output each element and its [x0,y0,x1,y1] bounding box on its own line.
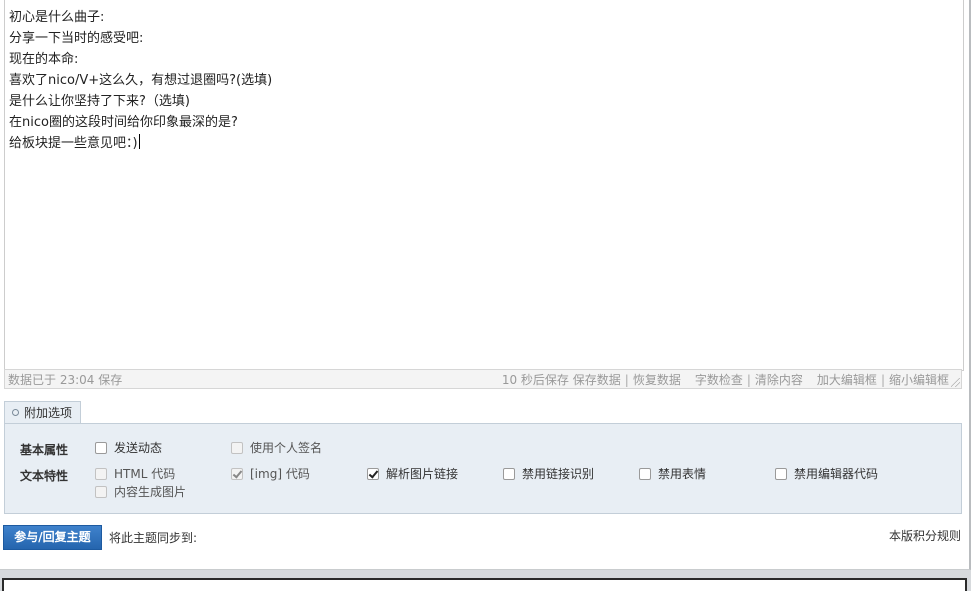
post-editor[interactable]: 初心是什么曲子: 分享一下当时的感受吧: 现在的本命: 喜欢了nico/V+这么… [4,0,964,371]
disable-link-detect-option[interactable]: 禁用链接识别 [503,466,594,482]
disable-editor-code-checkbox[interactable] [775,468,787,480]
page: 初心是什么曲子: 分享一下当时的感受吧: 现在的本命: 喜欢了nico/V+这么… [0,0,971,591]
shrink-editor-link[interactable]: 缩小编辑框 [889,373,949,387]
editor-line[interactable]: 分享一下当时的感受吧: [9,28,272,49]
editor-statusbar: 数据已于 23:04 保存 10 秒后保存 保存数据 | 恢复数据 字数检查 | 清除内容… [4,369,962,389]
option-label: 禁用编辑器代码 [794,467,879,481]
parse-img-link-option[interactable]: 解析图片链接 [367,466,458,482]
autosave-countdown: 10 秒后保存 [501,373,569,387]
option-label: 内容生成图片 [114,485,187,499]
tab-label: 附加选项 [24,406,73,420]
separator: | [746,373,751,387]
resize-grip-icon[interactable] [951,378,960,387]
content-to-image-option[interactable]: 内容生成图片 [95,484,186,500]
html-code-option[interactable]: HTML 代码 [95,466,175,482]
text-caret [138,134,140,149]
img-code-checkbox[interactable] [231,468,243,480]
send-feed-option[interactable]: 发送动态 [95,440,162,456]
editor-line-text: 给板块提一些意见吧：) [9,136,138,151]
basic-attributes-label: 基本属性 [20,443,69,457]
option-label: 解析图片链接 [386,467,459,481]
use-signature-checkbox[interactable] [231,442,243,454]
autosave-status: 数据已于 23:04 保存 [8,373,123,387]
disable-smilies-checkbox[interactable] [639,468,651,480]
sync-label: 将此主题同步到: [109,531,198,545]
content-to-image-checkbox[interactable] [95,486,107,498]
editor-line[interactable]: 是什么让你坚持了下来?（选填) [9,91,272,112]
disable-editor-code-option[interactable]: 禁用编辑器代码 [775,466,878,482]
editor-content[interactable]: 初心是什么曲子: 分享一下当时的感受吧: 现在的本命: 喜欢了nico/V+这么… [9,0,272,154]
editor-line[interactable]: 现在的本命: [9,49,272,70]
tab-extra-options[interactable]: 附加选项 [4,401,82,423]
disable-smilies-option[interactable]: 禁用表情 [639,466,706,482]
option-label: HTML 代码 [114,467,176,481]
editor-line[interactable]: 初心是什么曲子: [9,7,272,28]
html-code-checkbox[interactable] [95,468,107,480]
disable-link-detect-checkbox[interactable] [503,468,515,480]
text-features-label: 文本特性 [20,469,69,483]
reply-panel: 初心是什么曲子: 分享一下当时的感受吧: 现在的本命: 喜欢了nico/V+这么… [0,0,971,570]
editor-tools: 10 秒后保存 保存数据 | 恢复数据 字数检查 | 清除内容 加大编辑框 | 缩小编辑框 [502,370,949,390]
save-data-link[interactable]: 保存数据 [573,373,621,387]
parse-img-link-checkbox[interactable] [367,468,379,480]
restore-data-link[interactable]: 恢复数据 [633,373,681,387]
editor-line-last[interactable]: 给板块提一些意见吧：) [9,133,272,154]
send-feed-checkbox[interactable] [95,442,107,454]
option-label: 发送动态 [114,441,163,455]
word-check-link[interactable]: 字数检查 [695,373,743,387]
clear-content-link[interactable]: 清除内容 [755,373,803,387]
extra-options-panel: 基本属性 文本特性 发送动态 使用个人签名 HTML 代码 [img] 代码 解… [4,423,962,514]
credit-rules-link[interactable]: 本版积分规则 [889,527,961,544]
img-code-option[interactable]: [img] 代码 [231,466,310,482]
editor-line[interactable]: 喜欢了nico/V+这么久，有想过退圈吗?(选填) [9,70,272,91]
option-label: [img] 代码 [250,467,310,481]
option-label: 禁用表情 [658,467,707,481]
use-signature-option[interactable]: 使用个人签名 [231,440,322,456]
separator: | [624,373,629,387]
editor-line[interactable]: 在nico圈的这段时间给你印象最深的是? [9,112,272,133]
enlarge-editor-link[interactable]: 加大编辑框 [817,373,877,387]
option-label: 禁用链接识别 [522,467,595,481]
option-label: 使用个人签名 [250,441,323,455]
reply-submit-button[interactable]: 参与/回复主题 [3,525,102,550]
next-panel [2,578,967,591]
separator: | [880,373,885,387]
circle-icon [12,409,19,416]
